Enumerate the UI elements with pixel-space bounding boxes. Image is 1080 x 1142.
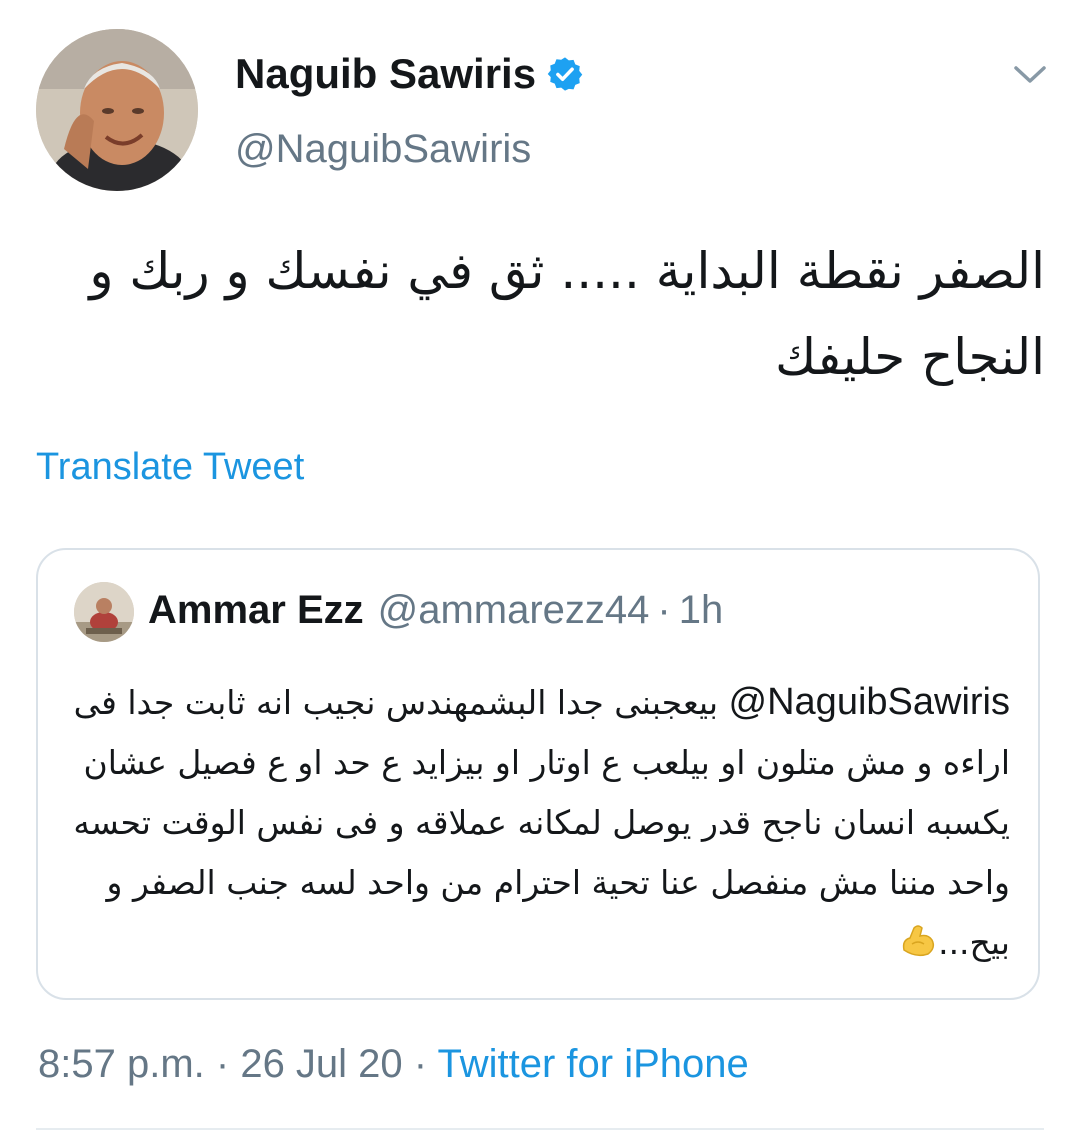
author-name[interactable]: Naguib Sawiris xyxy=(235,50,584,98)
quoted-tweet-text: @NaguibSawiris بيعجبنى جدا البشمهندس نجي… xyxy=(38,672,1010,973)
chevron-down-icon[interactable] xyxy=(1010,60,1050,88)
quoted-tweet-card[interactable]: Ammar Ezz @ammarezz44 · 1h @NaguibSawiri… xyxy=(36,548,1040,1000)
separator-dot: · xyxy=(657,588,671,632)
mention-link[interactable]: @NaguibSawiris xyxy=(729,681,1010,723)
quoted-author-avatar[interactable] xyxy=(74,582,134,642)
tweet-source-link[interactable]: Twitter for iPhone xyxy=(438,1042,749,1086)
quoted-tweet-time[interactable]: 1h xyxy=(679,588,724,633)
quoted-tweet-header: Ammar Ezz @ammarezz44 · 1h xyxy=(148,588,723,633)
tweet-date: 26 Jul 20 xyxy=(240,1042,403,1086)
flexed-biceps-emoji-icon xyxy=(898,919,938,959)
separator-dot: · xyxy=(413,1042,438,1086)
divider xyxy=(36,1128,1044,1130)
tweet-detail: Naguib Sawiris @NaguibSawiris الصفر نقطة… xyxy=(0,0,1080,1142)
author-name-text[interactable]: Naguib Sawiris xyxy=(235,50,536,98)
author-handle[interactable]: @NaguibSawiris xyxy=(235,127,531,172)
quoted-author-name[interactable]: Ammar Ezz xyxy=(148,588,364,633)
tweet-time: 8:57 p.m. xyxy=(38,1042,205,1086)
tweet-meta: 8:57 p.m. · 26 Jul 20 · Twitter for iPho… xyxy=(38,1042,749,1087)
author-avatar[interactable] xyxy=(36,29,198,191)
separator-dot: · xyxy=(215,1042,241,1086)
tweet-text: الصفر نقطة البداية ..... ثق في نفسك و رب… xyxy=(89,242,1045,386)
quoted-tweet-body: بيعجبنى جدا البشمهندس نجيب انه ثابت جدا … xyxy=(73,683,1010,962)
quoted-author-handle[interactable]: @ammarezz44 xyxy=(378,588,650,633)
translate-tweet-link[interactable]: Translate Tweet xyxy=(36,446,304,489)
verified-badge-icon xyxy=(546,55,584,93)
